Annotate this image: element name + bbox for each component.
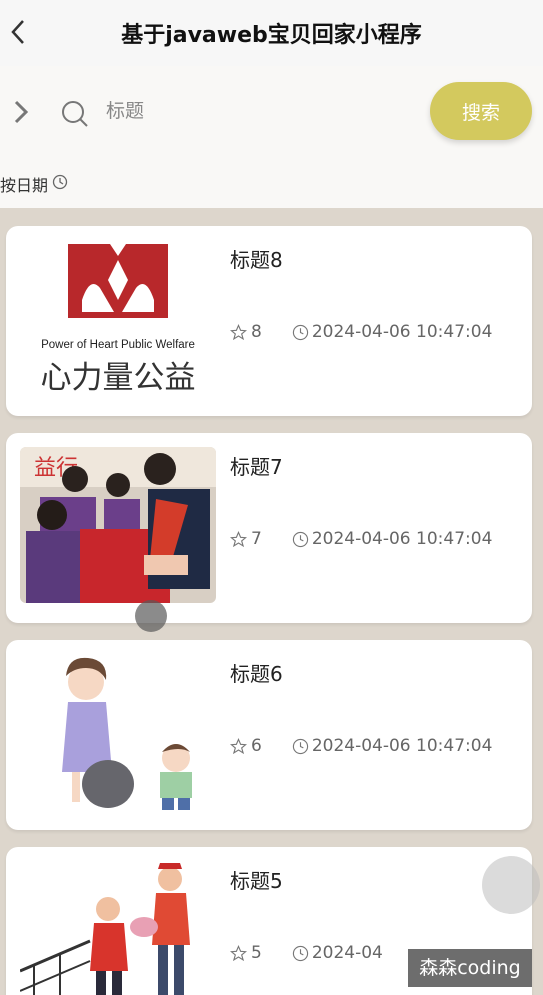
star-icon bbox=[230, 323, 247, 340]
card-title: 标题7 bbox=[230, 455, 283, 479]
list-item[interactable]: 标题6 6 2024-04-06 10:47:04 bbox=[6, 640, 532, 830]
card-title: 标题6 bbox=[230, 662, 283, 686]
floating-button[interactable] bbox=[482, 856, 540, 914]
card-image bbox=[20, 654, 216, 810]
card-image bbox=[20, 861, 216, 995]
search-icon bbox=[62, 101, 88, 127]
clock-icon bbox=[292, 738, 308, 754]
list-item[interactable]: Power of Heart Public Welfare 心力量公益 标题8 … bbox=[6, 226, 532, 416]
page-title: 基于javaweb宝贝回家小程序 bbox=[121, 23, 422, 48]
card-meta: 5 2024-04 bbox=[230, 943, 383, 963]
clock-sort-icon[interactable] bbox=[52, 174, 68, 190]
card-datetime: 2024-04-06 10:47:04 bbox=[311, 529, 493, 549]
clock-icon bbox=[292, 324, 308, 340]
chevron-right-icon[interactable] bbox=[10, 98, 32, 126]
touch-indicator bbox=[135, 600, 167, 632]
sort-by-date[interactable]: 按日期 bbox=[0, 172, 48, 196]
sort-bar: 按日期 bbox=[0, 162, 543, 208]
watermark: 森森coding bbox=[408, 949, 532, 987]
recycling-illustration bbox=[62, 657, 192, 810]
card-image: Power of Heart Public Welfare 心力量公益 bbox=[20, 240, 216, 396]
like-count: 6 bbox=[251, 736, 262, 756]
list-item[interactable]: 益行 标题7 7 2024-04-06 10:47:04 bbox=[6, 433, 532, 623]
logo-caption-cn: 心力量公益 bbox=[41, 360, 196, 396]
nav-bar: 基于javaweb宝贝回家小程序 bbox=[0, 0, 543, 66]
volunteers-illustration bbox=[20, 863, 190, 995]
card-title: 标题8 bbox=[230, 248, 283, 272]
clock-icon bbox=[292, 531, 308, 547]
like-count: 5 bbox=[251, 943, 262, 963]
logo-caption-en: Power of Heart Public Welfare bbox=[41, 339, 195, 351]
heart-hands-logo-icon: Power of Heart Public Welfare 心力量公益 bbox=[41, 244, 196, 396]
card-datetime: 2024-04 bbox=[311, 943, 383, 963]
card-meta: 7 2024-04-06 10:47:04 bbox=[230, 529, 492, 549]
card-image: 益行 bbox=[20, 447, 216, 603]
search-bar: 搜索 bbox=[0, 66, 543, 162]
star-icon bbox=[230, 530, 247, 547]
card-meta: 6 2024-04-06 10:47:04 bbox=[230, 736, 492, 756]
card-meta: 8 2024-04-06 10:47:04 bbox=[230, 322, 492, 342]
like-count: 7 bbox=[251, 529, 262, 549]
search-button[interactable]: 搜索 bbox=[430, 82, 532, 140]
card-title: 标题5 bbox=[230, 869, 283, 893]
star-icon bbox=[230, 737, 247, 754]
volunteers-photo: 益行 bbox=[20, 447, 216, 603]
card-datetime: 2024-04-06 10:47:04 bbox=[311, 322, 493, 342]
star-icon bbox=[230, 944, 247, 961]
card-datetime: 2024-04-06 10:47:04 bbox=[311, 736, 493, 756]
clock-icon bbox=[292, 945, 308, 961]
like-count: 8 bbox=[251, 322, 262, 342]
search-input[interactable] bbox=[106, 92, 406, 130]
